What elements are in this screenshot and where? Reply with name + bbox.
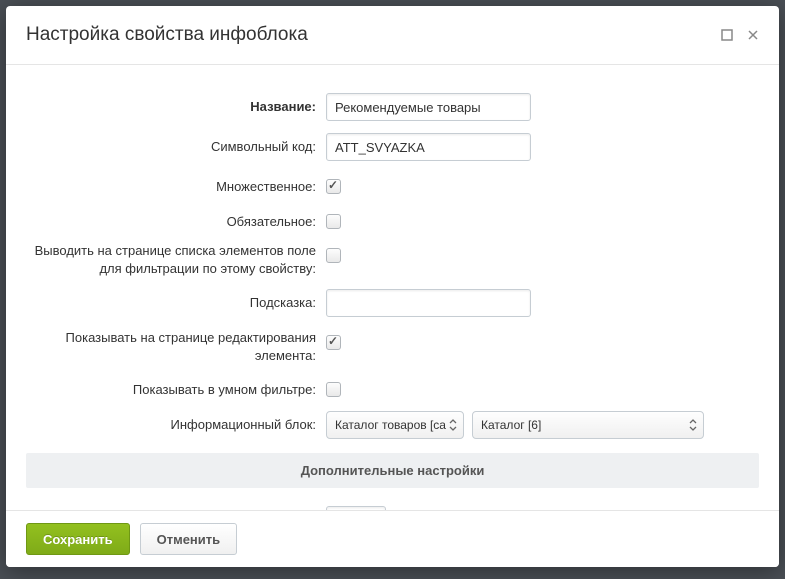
- save-button[interactable]: Сохранить: [26, 523, 130, 555]
- iblock-select[interactable]: Каталог [6]: [472, 411, 704, 439]
- label-code: Символьный код:: [26, 133, 326, 156]
- section-header-additional: Дополнительные настройки: [26, 453, 759, 488]
- hint-input[interactable]: [326, 289, 531, 317]
- dialog-body: Название: Символьный код: Множественное:…: [6, 65, 779, 510]
- iblock-type-select[interactable]: Каталог товаров [ca: [326, 411, 464, 439]
- label-multiple: Множественное:: [26, 173, 326, 196]
- multiple-checkbox[interactable]: [326, 179, 341, 194]
- iblock-value: Каталог [6]: [481, 418, 541, 432]
- maximize-icon[interactable]: [721, 29, 733, 41]
- label-hint: Подсказка:: [26, 289, 326, 312]
- code-input[interactable]: [326, 133, 531, 161]
- dialog-footer: Сохранить Отменить: [6, 510, 779, 567]
- show-in-list-checkbox[interactable]: [326, 248, 341, 263]
- dialog-header: Настройка свойства инфоблока: [6, 6, 779, 65]
- label-show-in-edit: Показывать на странице редактирования эл…: [26, 329, 326, 364]
- dialog-title: Настройка свойства инфоблока: [26, 24, 721, 46]
- show-in-edit-checkbox[interactable]: [326, 335, 341, 350]
- list-height-input[interactable]: [326, 506, 386, 510]
- close-icon[interactable]: [747, 29, 759, 41]
- name-input[interactable]: [326, 93, 531, 121]
- property-settings-dialog: Настройка свойства инфоблока Название: С…: [6, 6, 779, 567]
- required-checkbox[interactable]: [326, 214, 341, 229]
- label-name: Название:: [26, 93, 326, 116]
- cancel-button[interactable]: Отменить: [140, 523, 238, 555]
- label-smart-filter: Показывать в умном фильтре:: [26, 376, 326, 399]
- label-iblock: Информационный блок:: [26, 411, 326, 434]
- label-show-in-list: Выводить на странице списка элементов по…: [26, 242, 326, 277]
- smart-filter-checkbox[interactable]: [326, 382, 341, 397]
- label-required: Обязательное:: [26, 208, 326, 231]
- label-list-height: Высота списка:: [26, 506, 326, 510]
- iblock-type-value: Каталог товаров [ca: [335, 418, 446, 432]
